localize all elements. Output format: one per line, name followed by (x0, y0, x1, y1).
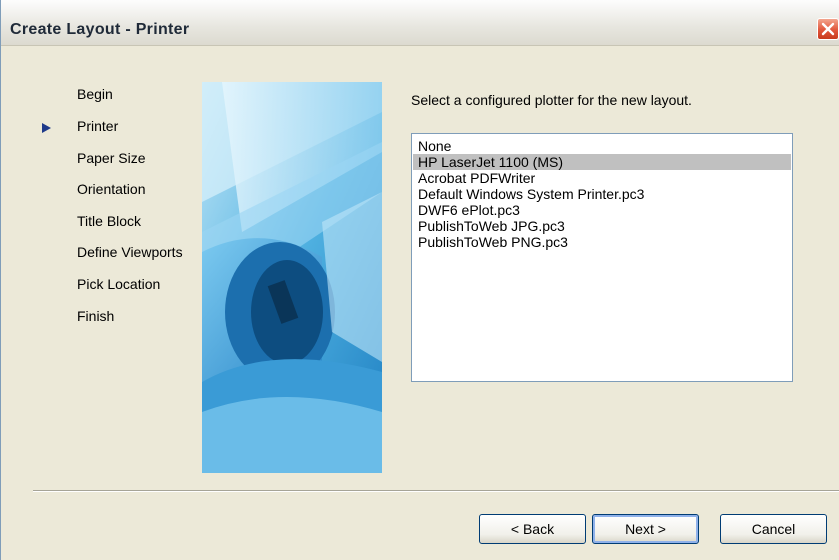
step-printer: Printer (77, 118, 119, 134)
next-button[interactable]: Next > (592, 514, 699, 544)
arrow-right-icon (42, 123, 51, 133)
list-item-publishtoweb-png[interactable]: PublishToWeb PNG.pc3 (413, 234, 791, 250)
separator (33, 490, 839, 492)
window-title: Create Layout - Printer (10, 21, 190, 38)
step-finish: Finish (77, 308, 115, 324)
list-item-acrobat-pdfwriter[interactable]: Acrobat PDFWriter (413, 170, 791, 186)
instruction-text: Select a configured plotter for the new … (411, 92, 692, 108)
step-begin: Begin (77, 86, 113, 102)
printer-illustration (202, 82, 382, 473)
step-paper-size: Paper Size (77, 150, 146, 166)
list-item-dwf6-eplot[interactable]: DWF6 ePlot.pc3 (413, 202, 791, 218)
step-orientation: Orientation (77, 181, 146, 197)
title-bar[interactable]: Create Layout - Printer (1, 0, 839, 46)
cancel-button[interactable]: Cancel (720, 514, 827, 544)
wizard-window: Create Layout - Printer Begin Printer Pa… (0, 0, 839, 560)
close-button[interactable] (817, 18, 839, 40)
list-item-none[interactable]: None (413, 138, 791, 154)
step-title-block: Title Block (77, 213, 142, 229)
plotter-list[interactable]: None HP LaserJet 1100 (MS) Acrobat PDFWr… (411, 133, 793, 382)
list-item-default-windows-printer[interactable]: Default Windows System Printer.pc3 (413, 186, 791, 202)
step-pick-location: Pick Location (77, 276, 161, 292)
step-define-viewports: Define Viewports (77, 244, 183, 260)
back-button[interactable]: < Back (479, 514, 586, 544)
list-item-hp-laserjet-1100[interactable]: HP LaserJet 1100 (MS) (413, 154, 791, 170)
close-icon (821, 22, 835, 36)
list-item-publishtoweb-jpg[interactable]: PublishToWeb JPG.pc3 (413, 218, 791, 234)
